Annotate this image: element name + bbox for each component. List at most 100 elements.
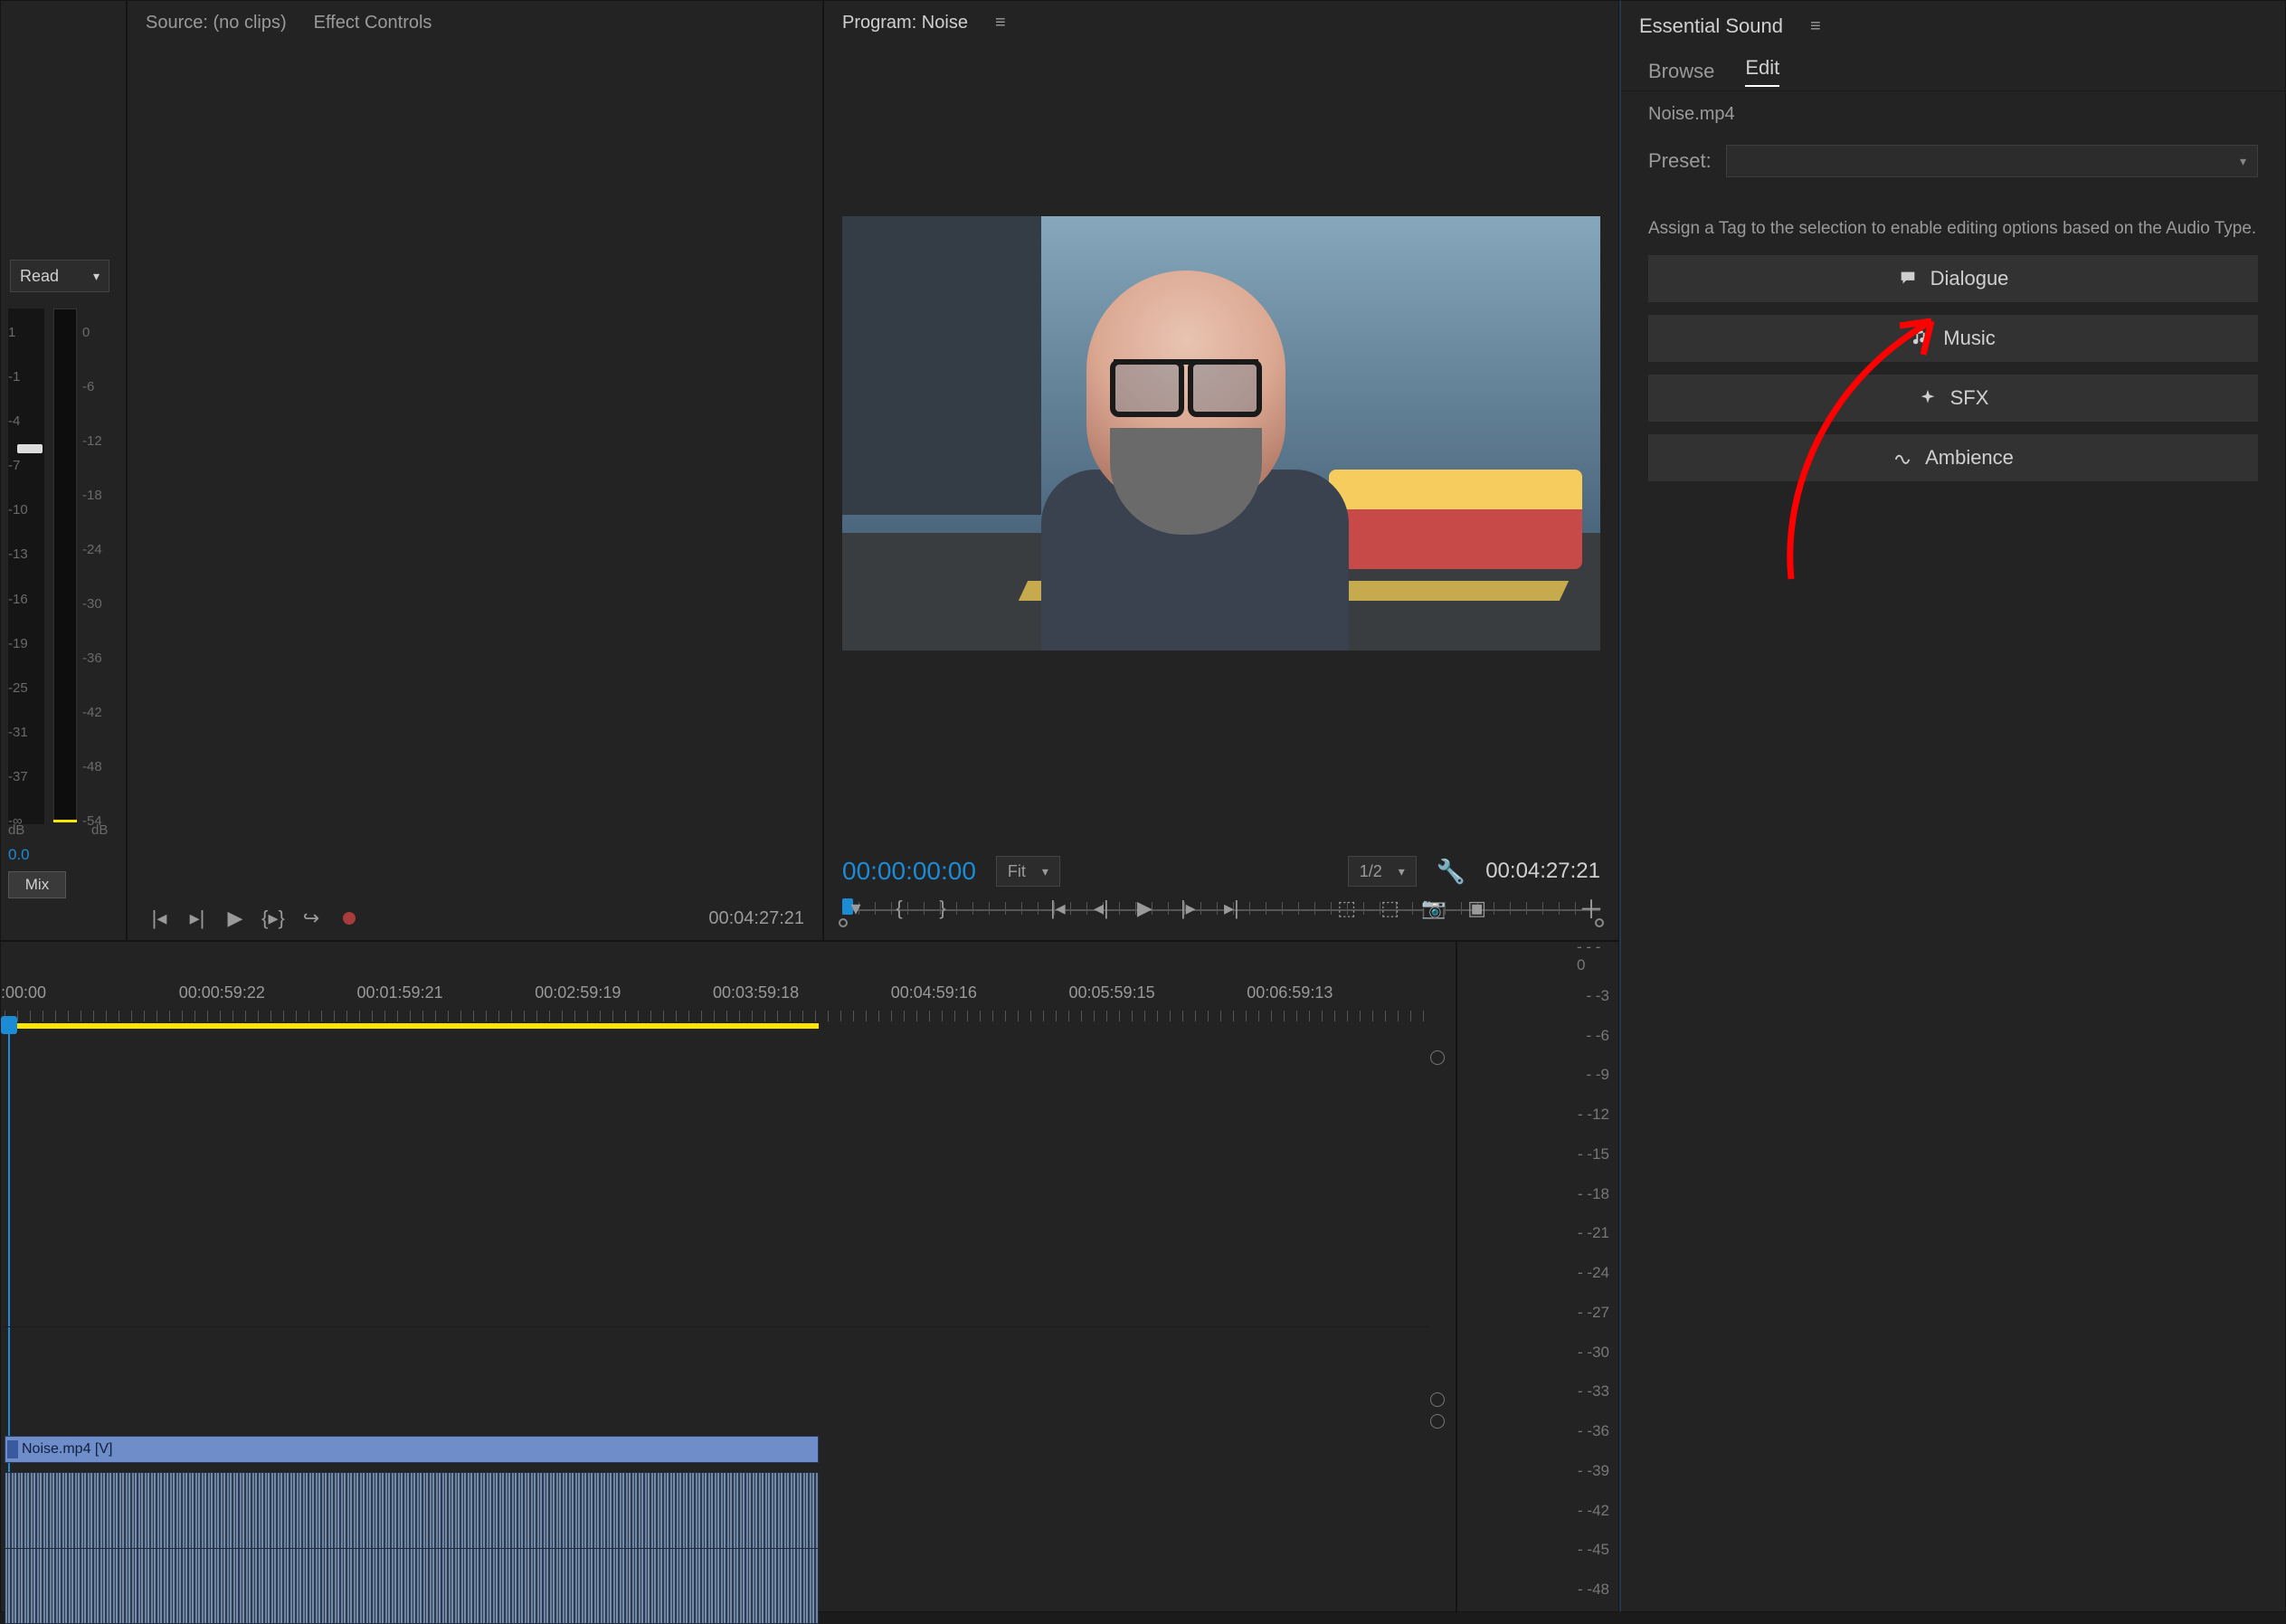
track-keyframe-toggle[interactable]: [1430, 1392, 1445, 1407]
meter-tick: 0: [82, 325, 90, 340]
mark-out-icon[interactable]: }: [929, 895, 956, 922]
tab-source[interactable]: Source: (no clips): [146, 13, 287, 33]
meter-tick: -30: [82, 596, 102, 612]
meter-scale-tick: -48: [1578, 1581, 1609, 1599]
meter-scale-tick: -18: [1578, 1185, 1609, 1203]
ruler-label: 00:03:59:18: [713, 983, 799, 1002]
source-duration: 00:04:27:21: [708, 908, 804, 929]
timeline-panel[interactable]: :00:0000:00:59:2200:01:59:2100:02:59:190…: [0, 941, 1456, 1612]
extract-icon[interactable]: ⬚: [1377, 895, 1404, 922]
tag-dialogue-button[interactable]: Dialogue: [1648, 255, 2258, 302]
panel-menu-icon[interactable]: ≡: [1810, 16, 1819, 37]
comparison-icon[interactable]: ▣: [1464, 895, 1491, 922]
fader-tick: -19: [8, 636, 28, 651]
step-forward-icon[interactable]: |▸: [1174, 895, 1201, 922]
export-frame-icon[interactable]: 📷: [1420, 895, 1447, 922]
go-to-in-icon[interactable]: |◂: [1044, 895, 1071, 922]
ruler-label: :00:00: [1, 983, 46, 1002]
tag-ambience-button[interactable]: Ambience: [1648, 434, 2258, 481]
dialogue-icon: [1898, 269, 1918, 289]
mark-out-icon[interactable]: ▸|: [184, 905, 211, 932]
insert-icon[interactable]: {▸}: [260, 905, 287, 932]
mark-in-icon[interactable]: |◂: [146, 905, 173, 932]
fader-tick: -25: [8, 680, 28, 696]
program-monitor[interactable]: [842, 216, 1600, 651]
zoom-dropdown[interactable]: Fit ▾: [996, 856, 1060, 887]
tag-sfx-button[interactable]: SFX: [1648, 375, 2258, 422]
selected-clip-name: Noise.mp4: [1621, 91, 2285, 138]
program-duration: 00:04:27:21: [1485, 859, 1600, 884]
settings-icon[interactable]: 🔧: [1437, 858, 1466, 886]
meter-scale-tick: -15: [1578, 1145, 1609, 1163]
fader-value[interactable]: 0.0: [8, 846, 30, 864]
meter-scale-tick: -39: [1578, 1462, 1609, 1480]
overwrite-icon[interactable]: ↪: [298, 905, 325, 932]
peak-indicator: [53, 820, 77, 822]
ruler-label: 00:04:59:16: [891, 983, 977, 1002]
mark-in-icon[interactable]: {: [886, 895, 913, 922]
db-label-left: dB: [8, 822, 24, 838]
fader-tick: -7: [8, 458, 20, 473]
ambience-icon: [1892, 448, 1912, 468]
automation-mode-label: Read: [20, 267, 59, 286]
program-panel-tabs: Program: Noise ≡: [824, 1, 1618, 44]
work-area-bar[interactable]: [5, 1023, 819, 1029]
meter-tick: -36: [82, 651, 102, 666]
ruler-label: 00:01:59:21: [357, 983, 443, 1002]
video-tracks-area[interactable]: [5, 1047, 1428, 1327]
source-panel-tabs: Source: (no clips) Effect Controls: [128, 1, 822, 44]
fader-tick: -37: [8, 769, 28, 784]
lift-icon[interactable]: ⬚: [1333, 895, 1361, 922]
tab-effect-controls[interactable]: Effect Controls: [314, 13, 432, 33]
fader-tick: -1: [8, 369, 20, 385]
meter-scale-tick: -9: [1586, 1066, 1609, 1084]
fader-tick: -10: [8, 502, 28, 518]
play-icon[interactable]: ▶: [222, 905, 249, 932]
ruler-label: 00:05:59:15: [1069, 983, 1155, 1002]
mix-output-button[interactable]: Mix: [8, 871, 66, 898]
source-transport: |◂ ▸| ▶ {▸} ↪ 00:04:27:21: [128, 897, 822, 940]
meter-scale-tick: -36: [1578, 1422, 1609, 1440]
fader-thumb[interactable]: [17, 444, 43, 453]
record-icon[interactable]: [336, 905, 363, 932]
tab-program[interactable]: Program: Noise: [842, 13, 968, 33]
esound-subtabs: Browse Edit: [1621, 52, 2285, 91]
meter-scale-tick: -12: [1578, 1106, 1609, 1124]
track-keyframe-toggle[interactable]: [1430, 1414, 1445, 1429]
tab-browse[interactable]: Browse: [1648, 60, 1714, 83]
tag-music-button[interactable]: Music: [1648, 315, 2258, 362]
audio-mixer-strip: Read ▾ 1-1-4-7-10-13-16-19-25-31-37-∞ 0-…: [0, 0, 127, 941]
sfx-icon: [1918, 388, 1938, 408]
step-back-icon[interactable]: ◂|: [1087, 895, 1115, 922]
tab-edit[interactable]: Edit: [1745, 56, 1779, 87]
chevron-down-icon: ▾: [2240, 154, 2246, 169]
fader-tick: 1: [8, 325, 15, 340]
master-meters: 0-3-6-9-12-15-18-21-24-27-30-33-36-39-42…: [1456, 941, 1619, 1612]
fader-tick: -31: [8, 725, 28, 740]
meter-tick: -18: [82, 488, 102, 503]
ruler-label: 00:06:59:13: [1247, 983, 1333, 1002]
video-clip[interactable]: Noise.mp4 [V]: [5, 1436, 819, 1463]
essential-sound-title: Essential Sound: [1639, 14, 1783, 38]
preset-dropdown[interactable]: ▾: [1726, 145, 2258, 177]
fader-tick: -4: [8, 413, 20, 429]
track-keyframe-toggle[interactable]: [1430, 1050, 1445, 1065]
audio-clip[interactable]: [5, 1472, 819, 1624]
program-timecode[interactable]: 00:00:00:00: [842, 857, 976, 886]
resolution-dropdown[interactable]: 1/2 ▾: [1348, 856, 1417, 887]
go-to-out-icon[interactable]: ▸|: [1218, 895, 1245, 922]
chevron-down-icon: ▾: [1399, 864, 1405, 879]
automation-mode-dropdown[interactable]: Read ▾: [10, 260, 109, 292]
panel-menu-icon[interactable]: ≡: [995, 13, 1004, 33]
meter-scale-tick: -27: [1578, 1304, 1609, 1322]
meter-scale-tick: 0: [1577, 938, 1609, 974]
button-editor-icon[interactable]: ＋: [1579, 890, 1604, 926]
play-icon[interactable]: ▶: [1131, 895, 1158, 922]
meter-tick: -24: [82, 542, 102, 557]
tag-help-text: Assign a Tag to the selection to enable …: [1621, 194, 2285, 255]
meter-scale-tick: -30: [1578, 1344, 1609, 1362]
ruler-label: 00:02:59:19: [535, 983, 621, 1002]
add-marker-icon[interactable]: ▾: [842, 895, 869, 922]
time-ruler[interactable]: :00:0000:00:59:2200:01:59:2100:02:59:190…: [5, 983, 1428, 1023]
fader-scale-left: 1-1-4-7-10-13-16-19-25-31-37-∞: [8, 309, 44, 824]
